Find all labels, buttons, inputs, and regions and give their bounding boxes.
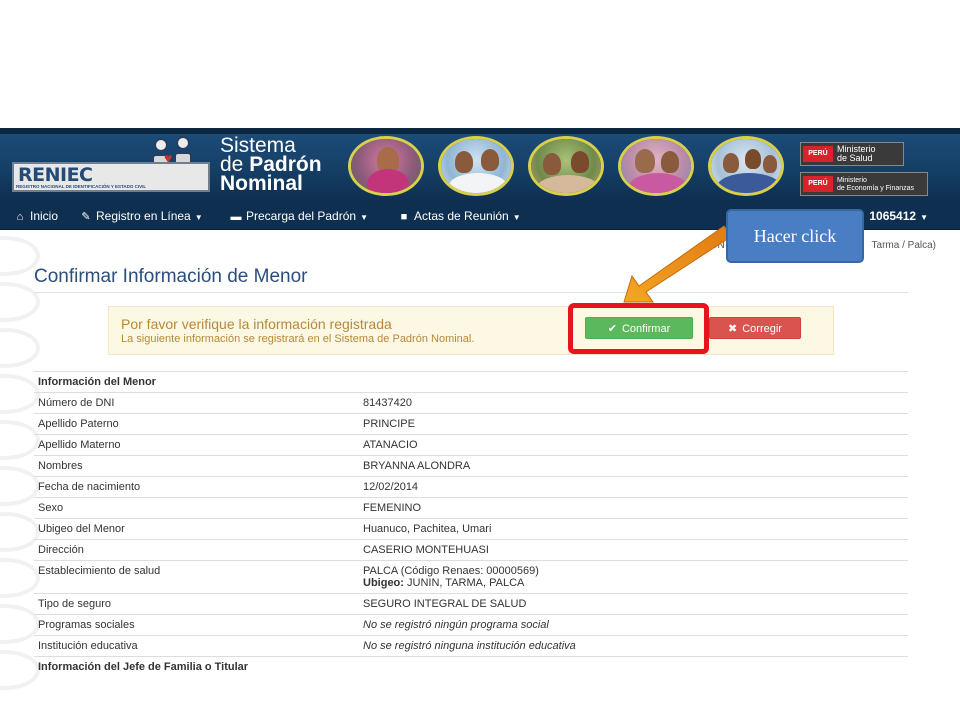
- ministerio-economia-line1: Ministerio: [837, 177, 867, 184]
- ministerio-economia-line2: de Economía y Finanzas: [837, 185, 915, 192]
- peru-flag-badge: PERÚ: [803, 176, 833, 192]
- peru-flag-badge: PERÚ: [803, 146, 833, 162]
- folder-icon: ■: [400, 211, 408, 223]
- row-label: Número de DNI: [34, 392, 359, 414]
- table-row: Fecha de nacimiento 12/02/2014: [34, 476, 908, 498]
- ubigeo-value: JUNIN, TARMA, PALCA: [403, 577, 525, 589]
- ubigeo-line: Ubigeo: JUNIN, TARMA, PALCA: [363, 577, 904, 589]
- reniec-logo-text: RENIEC: [18, 164, 93, 186]
- divider: [34, 292, 908, 293]
- children-photo-4: [618, 136, 694, 196]
- section-title-menor: Información del Menor: [34, 371, 908, 393]
- table-row: Apellido Materno ATANACIO: [34, 434, 908, 456]
- row-label: Sexo: [34, 497, 359, 519]
- chevron-down-icon: ▼: [360, 213, 368, 222]
- row-value: Huanuco, Pachitea, Umari: [359, 518, 908, 540]
- breadcrumb-right: Tarma / Palca): [871, 240, 936, 251]
- table-row: Nombres BRYANNA ALONDRA: [34, 455, 908, 477]
- correct-button-label: Corregir: [742, 323, 782, 335]
- row-value: PALCA (Código Renaes: 00000569) Ubigeo: …: [359, 560, 908, 594]
- verification-alert: Por favor verifique la información regis…: [108, 306, 834, 355]
- nav-precarga-padron[interactable]: ▬ Precarga del Padrón ▼: [230, 202, 369, 230]
- row-value: CASERIO MONTEHUASI: [359, 539, 908, 561]
- chevron-down-icon: ▼: [920, 213, 928, 222]
- ministerio-salud-text: Ministerio de Salud: [837, 145, 876, 163]
- reniec-logo-subtitle: REGISTRO NACIONAL DE IDENTIFICACIÓN Y ES…: [16, 184, 147, 189]
- children-photo-5: [708, 136, 784, 196]
- table-row: Programas sociales No se registró ningún …: [34, 614, 908, 636]
- row-value: No se registró ningún programa social: [359, 614, 908, 636]
- ministerio-salud-logo: PERÚ Ministerio de Salud: [800, 142, 904, 166]
- info-table: Información del Menor Número de DNI 81437…: [34, 371, 908, 678]
- x-icon: ✖: [728, 323, 738, 335]
- row-label: Dirección: [34, 539, 359, 561]
- ubigeo-label: Ubigeo:: [363, 577, 404, 589]
- section-title-jefe: Información del Jefe de Familia o Titula…: [34, 656, 908, 678]
- row-label: Fecha de nacimiento: [34, 476, 359, 498]
- children-photo-3: [528, 136, 604, 196]
- row-label: Tipo de seguro: [34, 593, 359, 615]
- table-row: Establecimiento de salud PALCA (Código R…: [34, 560, 908, 594]
- nav-inicio[interactable]: ⌂ Inicio: [14, 202, 58, 230]
- row-label: Nombres: [34, 455, 359, 477]
- hacer-click-callout: Hacer click: [726, 209, 864, 263]
- children-photo-2: [438, 136, 514, 196]
- nav-precarga-label: Precarga del Padrón: [246, 209, 357, 223]
- ministerio-economia-text: Ministerio de Economía y Finanzas: [837, 177, 914, 193]
- row-value: BRYANNA ALONDRA: [359, 455, 908, 477]
- orange-arrow-icon: [623, 225, 733, 303]
- table-row: Número de DNI 81437420: [34, 392, 908, 414]
- establecimiento-value: PALCA (Código Renaes: 00000569): [363, 565, 539, 577]
- row-value: No se registró ninguna institución educa…: [359, 635, 908, 657]
- chevron-down-icon: ▼: [512, 213, 521, 222]
- row-label: Programas sociales: [34, 614, 359, 636]
- nav-registro-label: Registro en Línea: [96, 209, 191, 223]
- nav-inicio-label: Inicio: [30, 209, 59, 223]
- row-label: Establecimiento de salud: [34, 560, 359, 594]
- row-value-italic: No se registró ninguna institución educa…: [363, 640, 576, 652]
- table-section-header: Información del Menor: [34, 371, 908, 393]
- home-icon: ⌂: [16, 211, 24, 223]
- nav-registro-en-linea[interactable]: ✎ Registro en Línea ▼: [80, 202, 203, 230]
- reniec-logo: RENIEC REGISTRO NACIONAL DE IDENTIFICACI…: [12, 162, 210, 192]
- row-value: 12/02/2014: [359, 476, 908, 498]
- ministerio-salud-line2: de Salud: [837, 153, 873, 163]
- table-row: Ubigeo del Menor Huanuco, Pachitea, Umari: [34, 518, 908, 540]
- table-row: Tipo de seguro SEGURO INTEGRAL DE SALUD: [34, 593, 908, 615]
- table-row: Apellido Paterno PRINCIPE: [34, 413, 908, 435]
- row-value: PRINCIPE: [359, 413, 908, 435]
- table-row: Sexo FEMENINO: [34, 497, 908, 519]
- pencil-icon: ✎: [81, 211, 91, 223]
- row-value: SEGURO INTEGRAL DE SALUD: [359, 593, 908, 615]
- row-value: ATANACIO: [359, 434, 908, 456]
- row-value: FEMENINO: [359, 497, 908, 519]
- table-row: Institución educativa No se registró ning…: [34, 635, 908, 657]
- row-label: Ubigeo del Menor: [34, 518, 359, 540]
- ministerio-economia-logo: PERÚ Ministerio de Economía y Finanzas: [800, 172, 928, 196]
- row-value: 81437420: [359, 392, 908, 414]
- page-title: Confirmar Información de Menor: [34, 266, 308, 287]
- correct-button[interactable]: ✖ Corregir: [709, 317, 801, 339]
- row-label: Institución educativa: [34, 635, 359, 657]
- printer-icon: ▬: [230, 211, 242, 223]
- row-value-italic: No se registró ningún programa social: [363, 619, 549, 631]
- children-photo-1: [348, 136, 424, 196]
- nav-actas-label: Actas de Reunión: [414, 209, 509, 223]
- row-label: Apellido Materno: [34, 434, 359, 456]
- table-row: Dirección CASERIO MONTEHUASI: [34, 539, 908, 561]
- nav-actas-reunion[interactable]: ■ Actas de Reunión ▼: [398, 202, 521, 230]
- header-banner: ♥ RENIEC REGISTRO NACIONAL DE IDENTIFICA…: [0, 128, 960, 202]
- system-title: Sistema de Padrón Nominal: [220, 135, 322, 195]
- chevron-down-icon: ▼: [194, 213, 203, 222]
- table-section-header: Información del Jefe de Familia o Titula…: [34, 656, 908, 678]
- alert-subtitle: La siguiente información se registrará e…: [121, 333, 475, 345]
- system-title-line3: Nominal: [220, 172, 303, 195]
- nav-user-menu[interactable]: 1065412 ▼: [869, 202, 928, 230]
- alert-title: Por favor verifique la información regis…: [121, 316, 392, 332]
- row-label: Apellido Paterno: [34, 413, 359, 435]
- nav-user-label: 1065412: [869, 209, 917, 223]
